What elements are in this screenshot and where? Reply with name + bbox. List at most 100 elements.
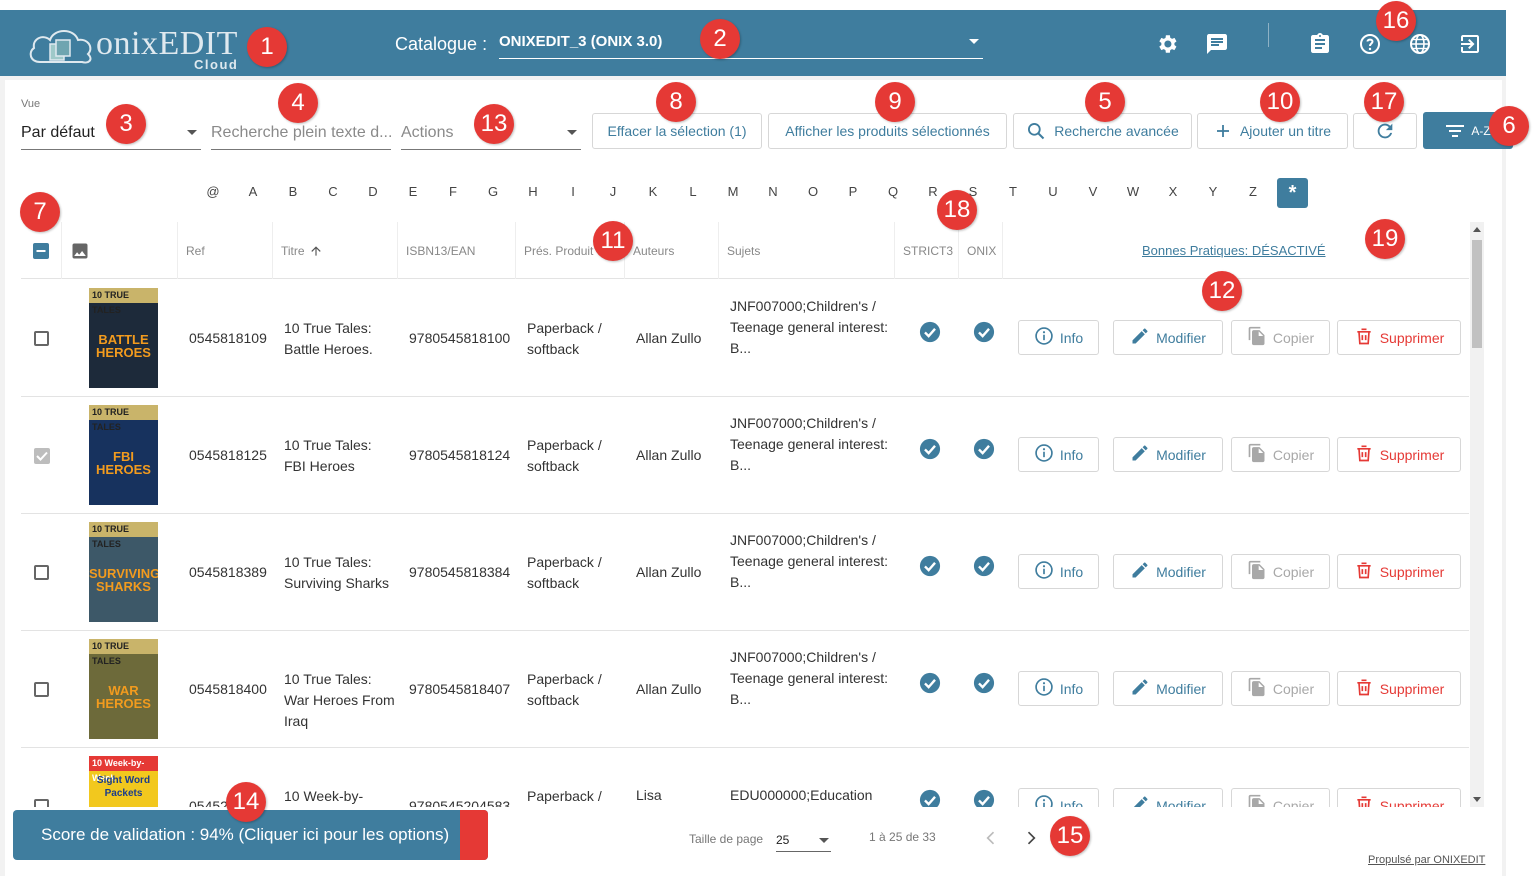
copier-button[interactable]: Copier	[1231, 437, 1330, 472]
alphabet-letter[interactable]: I	[563, 184, 583, 199]
modifier-button[interactable]: Modifier	[1113, 437, 1223, 472]
alphabet-letter[interactable]: Z	[1243, 184, 1263, 199]
clipboard-icon[interactable]	[1308, 32, 1332, 56]
supprimer-button[interactable]: Supprimer	[1337, 788, 1461, 807]
copier-button[interactable]: Copier	[1231, 320, 1330, 355]
scroll-thumb[interactable]	[1472, 240, 1482, 348]
table-row[interactable]: 10 TRUE TALES FBI HEROES 0545818125 10 True…	[21, 397, 1469, 514]
page-range: 1 à 25 de 33	[869, 830, 936, 844]
table-scrollbar[interactable]	[1470, 222, 1484, 807]
alphabet-letter[interactable]: P	[843, 184, 863, 199]
book-cover-image[interactable]: 10 TRUE TALES SURVIVING SHARKS	[89, 522, 158, 622]
alphabet-letter[interactable]: T	[1003, 184, 1023, 199]
info-button[interactable]: Info	[1018, 788, 1099, 807]
sujet-line-2: Teenage general interest:	[730, 553, 888, 569]
modifier-button[interactable]: Modifier	[1113, 320, 1223, 355]
alphabet-letter[interactable]: @	[203, 184, 223, 199]
alphabet-letter[interactable]: A	[243, 184, 263, 199]
info-button[interactable]: Info	[1018, 320, 1099, 355]
page-size-select[interactable]: 25	[776, 828, 831, 852]
supprimer-label: Supprimer	[1379, 680, 1445, 697]
alphabet-letter[interactable]: F	[443, 184, 463, 199]
alphabet-letter[interactable]: E	[403, 184, 423, 199]
row-checkbox[interactable]	[34, 682, 49, 697]
select-all-checkbox[interactable]	[32, 242, 50, 260]
row-checkbox[interactable]	[34, 331, 49, 346]
book-cover-image[interactable]: 10 TRUE TALES WAR HEROES	[89, 639, 158, 739]
ref-cell: 0545818400	[189, 681, 267, 697]
col-ref[interactable]: Ref	[177, 222, 272, 279]
copier-button[interactable]: Copier	[1231, 788, 1330, 807]
table-row[interactable]: 10 TRUE TALES BATTLE HEROES 0545818109 10 T…	[21, 280, 1469, 397]
modifier-button[interactable]: Modifier	[1113, 788, 1223, 807]
logout-icon[interactable]	[1458, 32, 1482, 56]
bonnes-pratiques-link[interactable]: Bonnes Pratiques: DÉSACTIVÉ	[1142, 243, 1326, 258]
alphabet-letter[interactable]: M	[723, 184, 743, 199]
titre-line-1: 10 True Tales:	[284, 320, 372, 336]
row-checkbox[interactable]	[34, 799, 49, 807]
book-cover-image[interactable]: 10 Week-by-Week Sight Word Packets	[89, 756, 158, 807]
table-row[interactable]: 10 TRUE TALES WAR HEROES 0545818400 10 True…	[21, 631, 1469, 748]
alphabet-letter[interactable]: N	[763, 184, 783, 199]
powered-by-link[interactable]: Propulsé par ONIXEDIT	[1368, 854, 1485, 866]
info-button[interactable]: Info	[1018, 437, 1099, 472]
sort-label: A-Z	[1471, 123, 1491, 138]
copier-button[interactable]: Copier	[1231, 554, 1330, 589]
row-checkbox[interactable]	[33, 447, 51, 465]
col-strict3[interactable]: STRICT3	[894, 222, 958, 279]
alphabet-letter[interactable]: L	[683, 184, 703, 199]
scroll-down-icon[interactable]	[1473, 797, 1481, 802]
book-cover-image[interactable]: 10 TRUE TALES FBI HEROES	[89, 405, 158, 505]
col-sujets[interactable]: Sujets	[718, 222, 894, 279]
table-row[interactable]: 10 TRUE TALES SURVIVING SHARKS 0545818389 1…	[21, 514, 1469, 631]
copy-icon	[1247, 794, 1267, 807]
col-isbn[interactable]: ISBN13/EAN	[397, 222, 515, 279]
book-cover-image[interactable]: 10 TRUE TALES BATTLE HEROES	[89, 288, 158, 388]
alphabet-letter[interactable]: V	[1083, 184, 1103, 199]
alphabet-letter[interactable]: B	[283, 184, 303, 199]
alphabet-letter[interactable]: K	[643, 184, 663, 199]
alphabet-letter[interactable]: C	[323, 184, 343, 199]
copier-label: Copier	[1272, 329, 1315, 346]
alphabet-letter[interactable]: J	[603, 184, 623, 199]
info-button[interactable]: Info	[1018, 554, 1099, 589]
supprimer-button[interactable]: Supprimer	[1337, 671, 1461, 706]
modifier-button[interactable]: Modifier	[1113, 554, 1223, 589]
next-page-icon[interactable]	[1021, 828, 1041, 848]
annotation-marker: 15	[1050, 816, 1090, 856]
alphabet-letter[interactable]: O	[803, 184, 823, 199]
alphabet-letter[interactable]: R	[923, 184, 943, 199]
globe-icon[interactable]	[1408, 32, 1432, 56]
copier-button[interactable]: Copier	[1231, 671, 1330, 706]
isbn-cell: 9780545204583	[409, 798, 511, 807]
col-titre[interactable]: Titre	[272, 222, 397, 279]
alphabet-letter[interactable]: U	[1043, 184, 1063, 199]
alphabet-letter[interactable]: D	[363, 184, 383, 199]
alphabet-letter[interactable]: Q	[883, 184, 903, 199]
supprimer-button[interactable]: Supprimer	[1337, 437, 1461, 472]
scroll-up-icon[interactable]	[1473, 227, 1481, 232]
supprimer-button[interactable]: Supprimer	[1337, 320, 1461, 355]
prev-page-icon[interactable]	[981, 828, 1001, 848]
auteur-line-2: Fitzgerald	[636, 806, 697, 807]
catalogue-select[interactable]: ONIXEDIT_3 (ONIX 3.0)	[499, 30, 983, 59]
settings-icon[interactable]	[1155, 32, 1179, 56]
onixedit-logo[interactable]: onixEDIT Cloud	[26, 24, 251, 72]
modifier-label: Modifier	[1156, 680, 1206, 697]
help-icon[interactable]	[1358, 32, 1382, 56]
alphabet-letter[interactable]: Y	[1203, 184, 1223, 199]
row-checkbox[interactable]	[34, 565, 49, 580]
filter-icon	[1446, 124, 1465, 137]
modifier-button[interactable]: Modifier	[1113, 671, 1223, 706]
chat-icon[interactable]	[1205, 32, 1229, 56]
alphabet-letter[interactable]: G	[483, 184, 503, 199]
col-auteurs[interactable]: Auteurs	[624, 222, 718, 279]
onix-valid-check-icon	[973, 321, 995, 343]
alphabet-letter[interactable]: W	[1123, 184, 1143, 199]
col-onix[interactable]: ONIX	[958, 222, 1002, 279]
alphabet-letter[interactable]: X	[1163, 184, 1183, 199]
alphabet-letter[interactable]: H	[523, 184, 543, 199]
alphabet-all-button[interactable]: *	[1277, 178, 1308, 208]
supprimer-button[interactable]: Supprimer	[1337, 554, 1461, 589]
info-button[interactable]: Info	[1018, 671, 1099, 706]
